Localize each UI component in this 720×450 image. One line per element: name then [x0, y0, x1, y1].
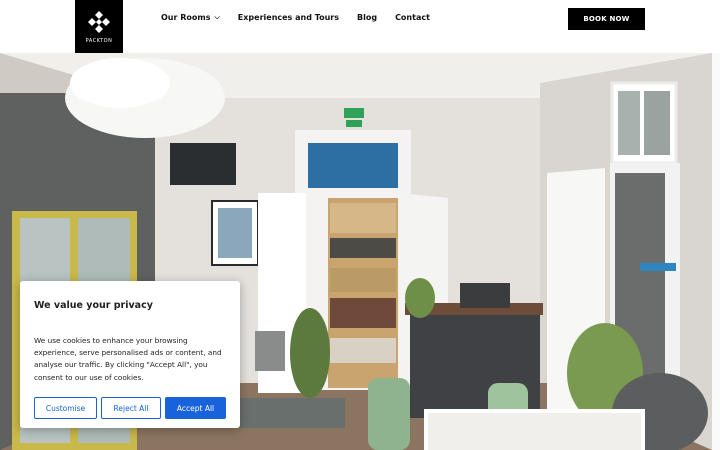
logo-mark-icon [88, 11, 110, 33]
reject-all-button[interactable]: Reject All [101, 397, 161, 419]
page-scrollbar[interactable] [712, 53, 720, 450]
nav-item-label: Experiences and Tours [237, 13, 339, 22]
nav-item-label: Our Rooms [161, 13, 211, 22]
nav-item-contact[interactable]: Contact [395, 13, 430, 22]
cookie-description: We use cookies to enhance your browsing … [34, 336, 222, 382]
customise-button[interactable]: Customise [34, 397, 97, 419]
nav-item-label: Blog [357, 13, 378, 22]
site-header: PACKTON Our Rooms ⌵ Experiences and Tour… [0, 0, 720, 53]
nav-item-our-rooms[interactable]: Our Rooms ⌵ [161, 13, 220, 22]
accept-all-button[interactable]: Accept All [165, 397, 226, 419]
cookie-consent-banner: We value your privacy We use cookies to … [20, 281, 240, 428]
nav-item-label: Contact [395, 13, 430, 22]
chevron-down-icon: ⌵ [214, 13, 220, 21]
cookie-title: We value your privacy [34, 300, 153, 311]
site-logo[interactable]: PACKTON [75, 0, 123, 53]
nav-item-blog[interactable]: Blog [357, 13, 377, 22]
page: PACKTON Our Rooms ⌵ Experiences and Tour… [0, 0, 720, 450]
logo-text: PACKTON [85, 38, 113, 44]
nav-item-experiences[interactable]: Experiences and Tours [238, 13, 339, 22]
main-nav: Our Rooms ⌵ Experiences and Tours Blog C… [161, 13, 448, 22]
book-now-button[interactable]: BOOK NOW [568, 8, 645, 30]
